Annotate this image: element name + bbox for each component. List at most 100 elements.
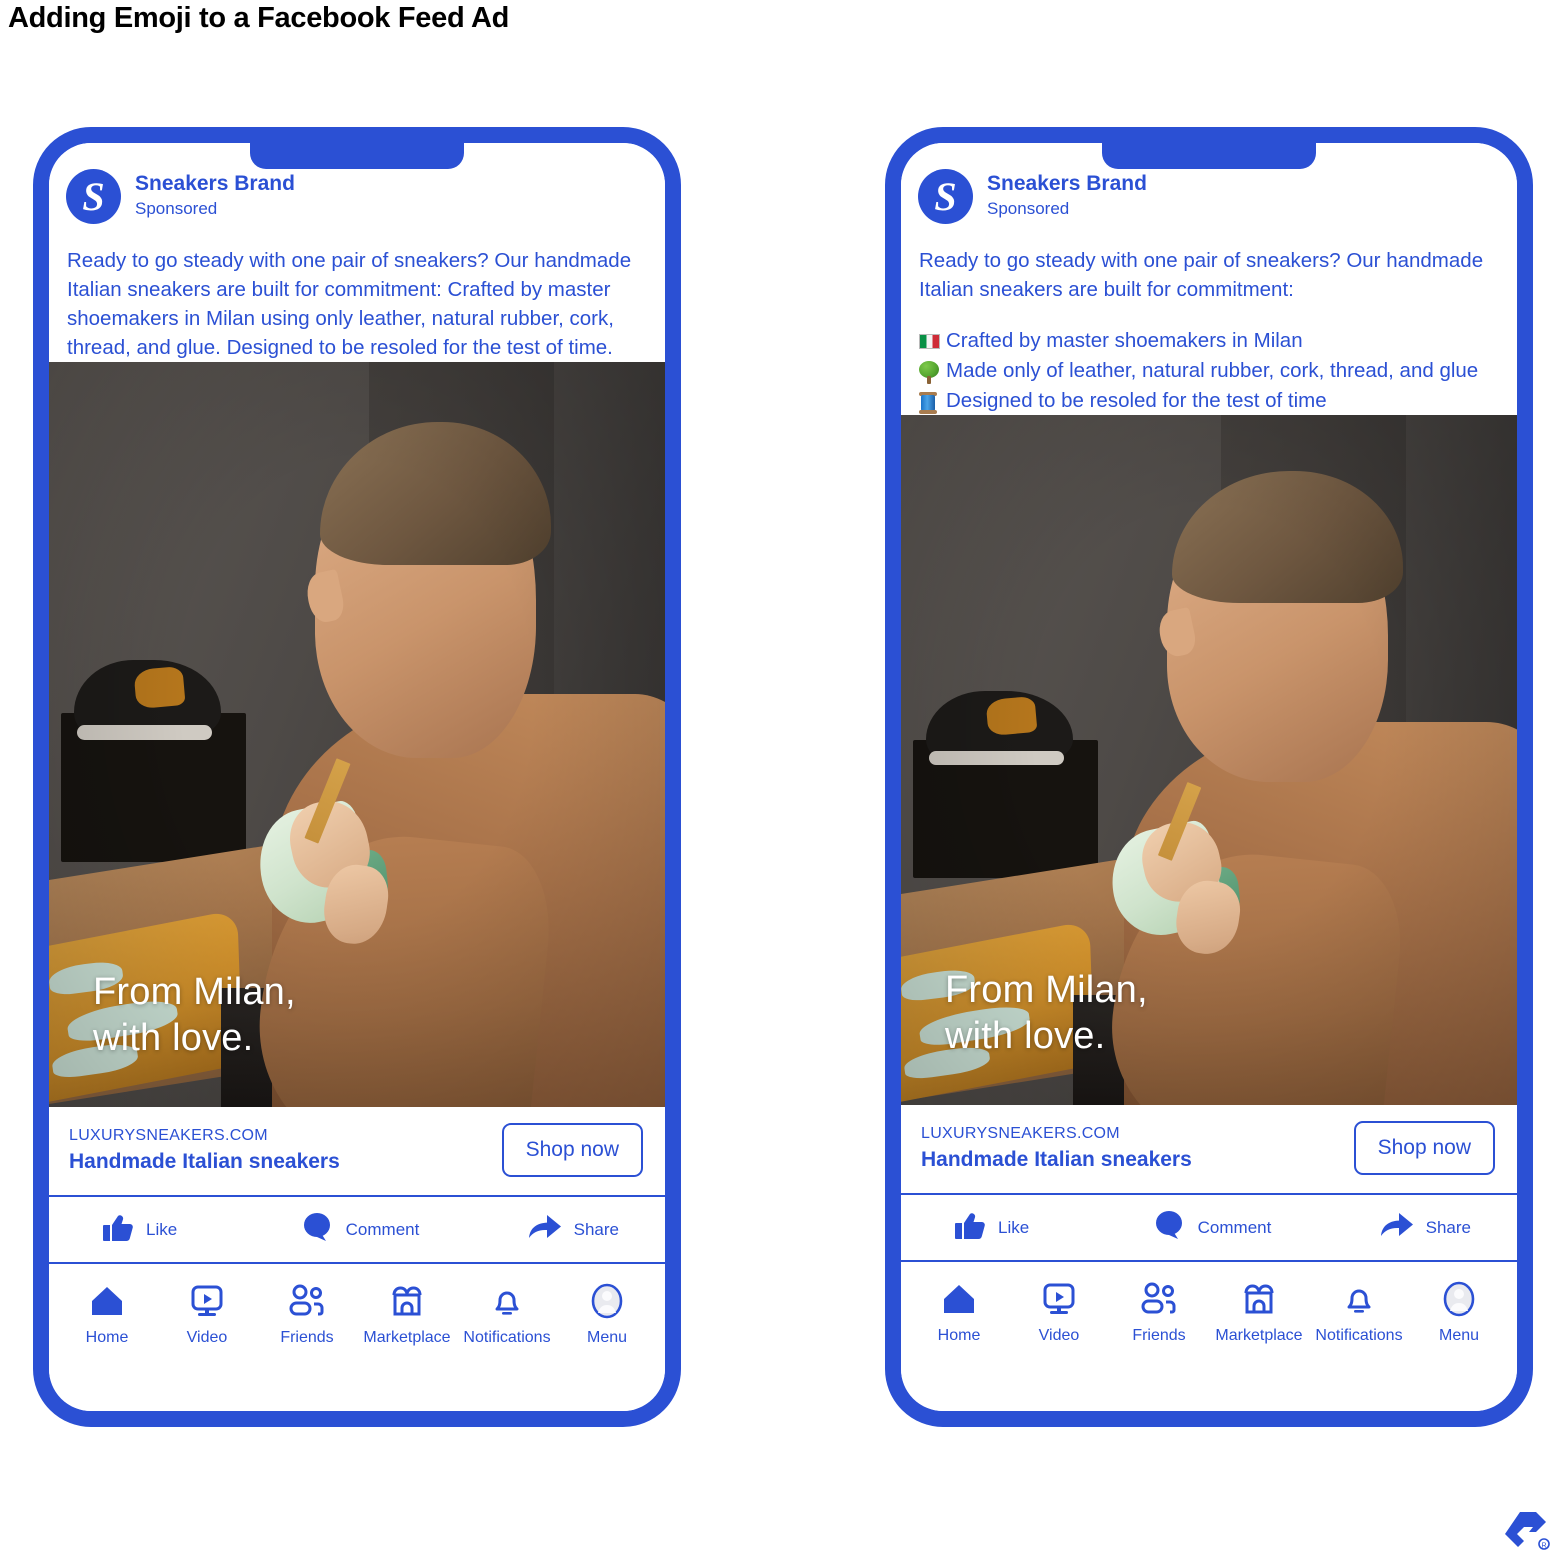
link-text-block: LUXURYSNEAKERS.COM Handmade Italian snea… (69, 1124, 340, 1176)
reaction-bar: Like Comment Share (49, 1197, 665, 1265)
ad-body-copy: Ready to go steady with one pair of snea… (49, 224, 665, 362)
list-item: Crafted by master shoemakers in Milan (919, 326, 1499, 356)
like-label: Like (146, 1219, 178, 1239)
like-button[interactable]: Like (901, 1209, 1126, 1246)
phone-notch (1102, 143, 1316, 169)
tree-emoji (919, 359, 939, 385)
ad-primary-text: Ready to go steady with one pair of snea… (919, 249, 1484, 302)
video-icon (189, 1282, 225, 1320)
ad-creative-image[interactable]: From Milan, with love. (901, 415, 1517, 1106)
comment-button[interactable]: Comment (1126, 1209, 1299, 1246)
italian-flag-emoji (919, 329, 940, 355)
like-button[interactable]: Like (49, 1211, 274, 1248)
overlay-line-1: From Milan, (93, 970, 296, 1013)
svg-text:R: R (1541, 1543, 1546, 1550)
nav-label-menu: Menu (1438, 1327, 1480, 1345)
comment-label: Comment (1197, 1217, 1272, 1237)
nav-item-notifications[interactable]: Notifications (459, 1282, 555, 1347)
list-item: Made only of leather, natural rubber, co… (919, 356, 1499, 386)
page-title: Adding Emoji to a Facebook Feed Ad (8, 2, 510, 34)
shop-now-button[interactable]: Shop now (1353, 1121, 1495, 1176)
shop-now-button[interactable]: Shop now (501, 1123, 643, 1178)
nav-label-video: Video (1038, 1327, 1080, 1345)
brand-block: Sneakers Brand Sponsored (987, 169, 1147, 221)
brand-watermark-logo: R (1496, 1498, 1552, 1556)
share-button[interactable]: Share (446, 1211, 665, 1248)
list-item: Designed to be resoled for the test of t… (919, 386, 1499, 416)
comment-bubble-icon (301, 1211, 335, 1248)
brand-name[interactable]: Sneakers Brand (987, 171, 1147, 197)
nav-label-home: Home (85, 1329, 129, 1347)
nav-label-friends: Friends (1132, 1327, 1186, 1345)
avatar: S (66, 169, 121, 224)
nav-item-marketplace[interactable]: Marketplace (359, 1282, 455, 1347)
nav-label-home: Home (937, 1327, 981, 1345)
ad-primary-text: Ready to go steady with one pair of snea… (67, 249, 632, 360)
share-arrow-icon (1379, 1209, 1415, 1246)
phone-mockup-without-emoji: S Sneakers Brand Sponsored Ready to go s… (33, 127, 681, 1427)
nav-label-notifications: Notifications (1315, 1327, 1403, 1345)
nav-item-home[interactable]: Home (911, 1280, 1007, 1345)
nav-label-marketplace: Marketplace (1215, 1327, 1303, 1345)
ad-creative-image[interactable]: From Milan, with love. (49, 362, 665, 1108)
nav-item-notifications[interactable]: Notifications (1311, 1280, 1407, 1345)
nav-label-marketplace: Marketplace (363, 1329, 451, 1347)
nav-item-video[interactable]: Video (159, 1282, 255, 1347)
ad-link-cta-row: LUXURYSNEAKERS.COM Handmade Italian snea… (901, 1105, 1517, 1196)
nav-item-marketplace[interactable]: Marketplace (1211, 1280, 1307, 1345)
nav-item-friends[interactable]: Friends (259, 1282, 355, 1347)
comment-label: Comment (345, 1219, 420, 1239)
brand-block: Sneakers Brand Sponsored (135, 169, 295, 221)
link-domain: LUXURYSNEAKERS.COM (69, 1127, 268, 1145)
ad-bullet-list: Crafted by master shoemakers in Milan Ma… (919, 326, 1499, 415)
share-label: Share (573, 1219, 620, 1239)
menu-avatar-icon (1442, 1280, 1476, 1318)
notifications-bell-icon (490, 1282, 524, 1320)
thread-spool-emoji (919, 389, 939, 415)
overlay-line-2: with love. (945, 1015, 1106, 1058)
phone-screen: S Sneakers Brand Sponsored Ready to go s… (901, 143, 1517, 1411)
link-headline: Handmade Italian sneakers (69, 1150, 340, 1174)
reaction-bar: Like Comment Share (901, 1195, 1517, 1263)
nav-item-menu[interactable]: Menu (559, 1282, 655, 1347)
link-text-block: LUXURYSNEAKERS.COM Handmade Italian snea… (921, 1122, 1192, 1174)
thumbs-up-icon (101, 1211, 135, 1248)
like-label: Like (998, 1217, 1030, 1237)
friends-icon (1140, 1280, 1178, 1318)
share-button[interactable]: Share (1298, 1209, 1517, 1246)
marketplace-icon (1241, 1280, 1277, 1318)
menu-avatar-icon (590, 1282, 624, 1320)
bullet-text: Made only of leather, natural rubber, co… (946, 358, 1479, 382)
bottom-navigation-bar: Home Video Friends Marketplace Notificat… (49, 1264, 665, 1411)
ad-link-cta-row: LUXURYSNEAKERS.COM Handmade Italian snea… (49, 1107, 665, 1198)
brand-name[interactable]: Sneakers Brand (135, 171, 295, 197)
phone-mockup-with-emoji: S Sneakers Brand Sponsored Ready to go s… (885, 127, 1533, 1427)
nav-label-video: Video (186, 1329, 228, 1347)
bullet-text: Designed to be resoled for the test of t… (946, 388, 1327, 412)
image-overlay-text: From Milan, with love. (945, 967, 1148, 1060)
image-overlay-text: From Milan, with love. (93, 969, 296, 1062)
overlay-line-1: From Milan, (945, 968, 1148, 1011)
nav-item-menu[interactable]: Menu (1411, 1280, 1507, 1345)
marketplace-icon (389, 1282, 425, 1320)
phone-screen: S Sneakers Brand Sponsored Ready to go s… (49, 143, 665, 1411)
nav-label-notifications: Notifications (463, 1329, 551, 1347)
nav-item-video[interactable]: Video (1011, 1280, 1107, 1345)
avatar: S (918, 169, 973, 224)
link-domain: LUXURYSNEAKERS.COM (921, 1125, 1120, 1143)
sponsored-label: Sponsored (987, 199, 1070, 219)
link-headline: Handmade Italian sneakers (921, 1148, 1192, 1172)
sponsored-label: Sponsored (135, 199, 218, 219)
nav-item-friends[interactable]: Friends (1111, 1280, 1207, 1345)
comment-button[interactable]: Comment (274, 1211, 447, 1248)
share-arrow-icon (527, 1211, 563, 1248)
home-icon (89, 1282, 125, 1320)
thumbs-up-icon (953, 1209, 987, 1246)
comment-bubble-icon (1153, 1209, 1187, 1246)
ad-body-copy: Ready to go steady with one pair of snea… (901, 224, 1517, 415)
nav-label-menu: Menu (586, 1329, 628, 1347)
bullet-text: Crafted by master shoemakers in Milan (946, 329, 1303, 353)
notifications-bell-icon (1342, 1280, 1376, 1318)
nav-item-home[interactable]: Home (59, 1282, 155, 1347)
friends-icon (288, 1282, 326, 1320)
